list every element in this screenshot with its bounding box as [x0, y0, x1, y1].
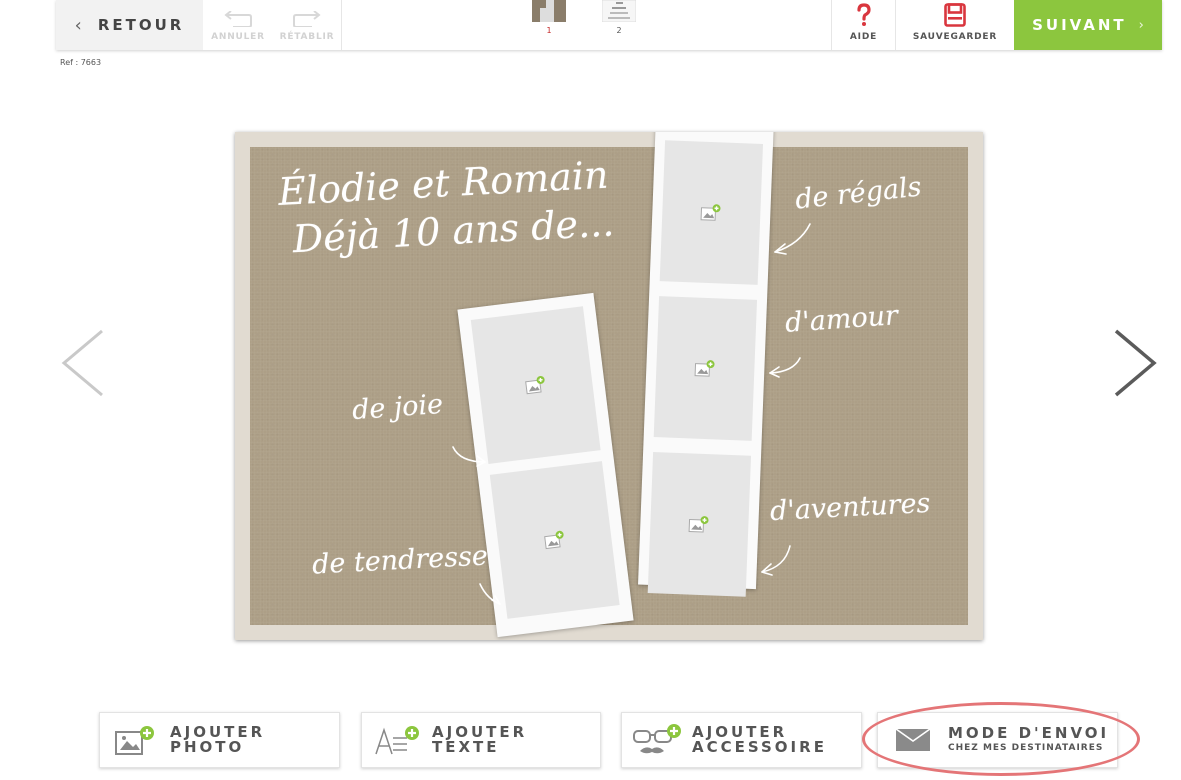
floppy-disk-icon — [944, 3, 966, 27]
glasses-mustache-plus-icon — [633, 724, 681, 754]
envelope-icon — [895, 728, 931, 751]
add-photo-label: AJOUTER PHOTO — [170, 723, 266, 756]
image-plus-icon — [115, 726, 154, 755]
top-toolbar: ‹ RETOUR ANNULER RÉTABLIR 1 2 AIDE SAUVE… — [56, 0, 1162, 50]
page-1-preview — [532, 0, 566, 22]
shipping-mode-subtitle: CHEZ MES DESTINATAIRES — [948, 743, 1104, 753]
chevron-right-icon: › — [1138, 17, 1144, 33]
page-thumbnail-2[interactable]: 2 — [602, 0, 636, 35]
chevron-left-icon: ‹ — [74, 14, 82, 36]
next-button[interactable]: SUIVANT › — [1014, 0, 1162, 50]
previous-page-arrow[interactable] — [58, 328, 108, 398]
chevron-left-icon — [61, 329, 103, 397]
shipping-mode-button[interactable]: MODE D'ENVOI CHEZ MES DESTINATAIRES — [877, 712, 1118, 768]
decorative-arrows — [452, 223, 811, 605]
text-plus-icon — [375, 726, 419, 755]
back-button[interactable]: ‹ RETOUR — [56, 0, 203, 50]
save-button[interactable]: SAUVEGARDER — [896, 0, 1014, 50]
save-label: SAUVEGARDER — [912, 32, 998, 42]
page-number: 2 — [616, 26, 622, 35]
page-thumbnail-1[interactable]: 1 — [532, 0, 566, 35]
help-button[interactable]: AIDE — [832, 0, 895, 50]
add-accessory-label: AJOUTER ACCESSOIRE — [692, 723, 827, 756]
reference-number: Ref : 7663 — [60, 58, 102, 67]
add-photo-button[interactable]: AJOUTER PHOTO — [99, 712, 340, 768]
next-page-arrow[interactable] — [1110, 328, 1160, 398]
add-text-label: AJOUTER TEXTE — [432, 723, 528, 756]
help-label: AIDE — [849, 32, 878, 42]
page-number: 1 — [546, 26, 552, 35]
redo-label: RÉTABLIR — [279, 32, 335, 42]
undo-arrow-icon — [224, 11, 252, 27]
shipping-mode-title: MODE D'ENVOI — [948, 724, 1110, 742]
card-preview: Élodie et Romain Déjà 10 ans de... de ré… — [235, 132, 983, 640]
chevron-right-icon — [1114, 329, 1157, 397]
question-mark-icon — [856, 3, 871, 26]
add-accessory-button[interactable]: AJOUTER ACCESSOIRE — [621, 712, 862, 768]
redo-arrow-icon — [293, 11, 321, 27]
back-button-label: RETOUR — [97, 16, 185, 34]
next-button-label: SUIVANT — [1032, 16, 1127, 34]
toolbar-divider — [341, 0, 342, 50]
undo-label: ANNULER — [211, 32, 265, 42]
undo-button[interactable]: ANNULER — [206, 0, 270, 50]
redo-button[interactable]: RÉTABLIR — [274, 0, 340, 50]
add-text-button[interactable]: AJOUTER TEXTE — [361, 712, 601, 768]
shipping-mode-text: MODE D'ENVOI CHEZ MES DESTINATAIRES — [948, 726, 1109, 754]
page-2-preview — [602, 0, 636, 22]
